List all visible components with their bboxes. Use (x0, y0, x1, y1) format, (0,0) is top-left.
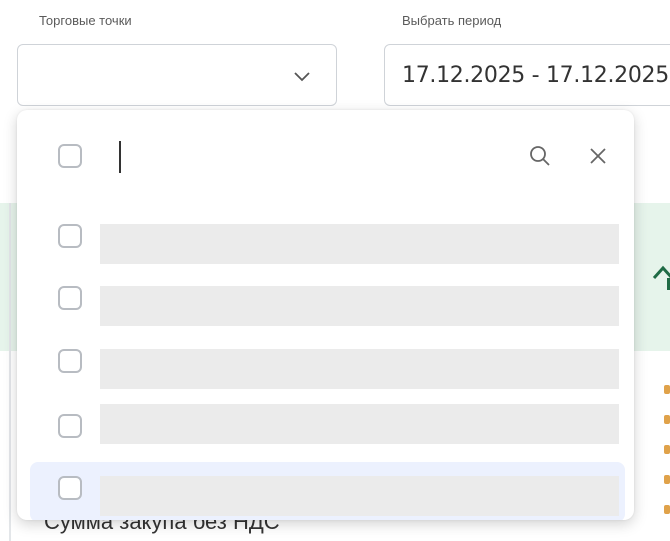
close-icon[interactable] (588, 146, 608, 166)
list-item-checkbox[interactable] (58, 349, 82, 373)
content-divider (9, 203, 11, 541)
list-item-label-placeholder (100, 349, 619, 389)
list-item-checkbox[interactable] (58, 286, 82, 310)
list-item-label-placeholder (100, 286, 619, 326)
trade-points-select[interactable] (17, 44, 337, 106)
period-label: Выбрать период (402, 13, 502, 28)
select-all-checkbox[interactable] (58, 144, 82, 168)
background-markers (664, 385, 670, 515)
list-item-highlighted[interactable] (17, 462, 625, 520)
chevron-down-icon[interactable] (292, 66, 312, 86)
list-item-label-placeholder (100, 404, 619, 444)
list-item-label-placeholder (100, 224, 619, 264)
period-input[interactable]: 17.12.2025 - 17.12.2025 (384, 44, 670, 106)
home-icon (652, 265, 670, 290)
list-item[interactable] (17, 210, 619, 266)
list-item[interactable] (17, 390, 619, 446)
period-value: 17.12.2025 - 17.12.2025 (402, 63, 669, 88)
list-item[interactable] (17, 335, 619, 391)
trade-points-dropdown (17, 110, 634, 520)
list-item-label-placeholder (100, 476, 619, 516)
trade-points-label: Торговые точки (39, 13, 132, 28)
search-icon[interactable] (529, 145, 551, 167)
list-item-checkbox[interactable] (58, 224, 82, 248)
list-item-checkbox[interactable] (58, 414, 82, 438)
list-item-checkbox[interactable] (58, 476, 82, 500)
list-item[interactable] (17, 272, 619, 328)
dropdown-search-input[interactable] (117, 140, 497, 176)
